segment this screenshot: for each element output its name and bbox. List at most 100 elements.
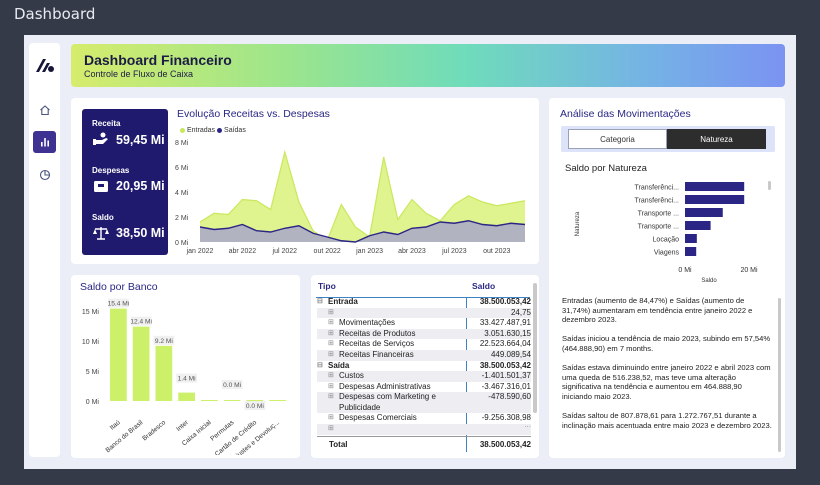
x-tick-label: out 2023 (483, 248, 510, 255)
table-row[interactable]: ⊞ Despesas Administrativas -3.467.316,01 (317, 382, 531, 393)
kpi-receita-value: 59,45 Mi (116, 133, 165, 147)
bank-data-label: 0.0 Mi (223, 382, 241, 389)
y-tick-label: 15 Mi (82, 309, 100, 316)
table-row[interactable]: ⊞ Custos -1.401.501,37 (317, 371, 531, 382)
expand-icon[interactable]: ⊞ (328, 329, 334, 340)
row-value: 449.089,54 (490, 349, 531, 359)
natureza-category-label: Transferênci... (635, 198, 680, 205)
analysis-paragraph: Saídas iniciou a tendência de maio 2023,… (562, 334, 771, 353)
bank-data-label: 15.4 Mi (108, 301, 130, 308)
scale-icon (93, 227, 109, 240)
row-label: Despesas Comerciais (339, 413, 417, 423)
table-header-tipo[interactable]: Tipo (318, 281, 336, 291)
natureza-bar (685, 195, 745, 204)
collapse-icon[interactable]: ⊟ (317, 297, 323, 308)
table-row[interactable]: ⊟ Entrada 38.500.053,42 (317, 297, 531, 308)
expand-icon[interactable]: ⊞ (328, 424, 334, 435)
bank-category-label: Itaú (109, 419, 122, 432)
page-title: Dashboard Financeiro (84, 52, 232, 68)
balance-table: ⊟ Entrada 38.500.053,42 ⊞ 24,75 ⊞ Movimentaçõe… (317, 297, 531, 435)
bank-category-label: Bradesco (141, 419, 167, 442)
analysis-title: Análise das Movimentações (560, 108, 691, 120)
pie-chart-icon (39, 169, 50, 181)
bank-card: Saldo por Banco 0 Mi 5 Mi 10 Mi 15 Mi 15.4 M… (71, 275, 300, 458)
bank-bar (132, 326, 150, 401)
row-label: Despesas com Marketing e Publicidade (339, 392, 436, 412)
y-tick-label: 4 Mi (175, 190, 189, 197)
legend-dot-saidas (217, 128, 223, 133)
natureza-category-label: Viagens (654, 250, 680, 257)
expand-icon[interactable]: ⊞ (328, 371, 334, 382)
row-label: Receitas de Serviços (339, 339, 415, 349)
expand-icon[interactable]: ⊞ (328, 318, 334, 329)
bank-bar (201, 400, 218, 401)
kpi-receita-label: Receita (92, 119, 121, 128)
report-canvas: Dashboard Financeiro Controle de Fluxo d… (24, 35, 796, 469)
table-row[interactable]: ⊞ Despesas Comerciais -9.256.308,98 (317, 413, 531, 424)
expand-icon[interactable]: ⊞ (328, 308, 334, 319)
expand-icon[interactable]: ⊞ (328, 339, 334, 350)
row-label: Custos (339, 371, 364, 381)
x-tick-label: jan 2023 (355, 248, 383, 255)
natureza-bar (685, 234, 697, 243)
table-row[interactable]: ⊞ Receitas de Serviços 22.523.664,04 (317, 339, 531, 350)
row-label: Movimentações (339, 318, 396, 328)
y-tick-label: 5 Mi (86, 369, 100, 376)
expand-icon[interactable]: ⊞ (328, 382, 334, 393)
bank-bar (110, 308, 127, 401)
table-scrollbar[interactable] (533, 283, 537, 413)
row-label: Despesas Administrativas (339, 381, 431, 391)
tab-categoria[interactable]: Categoria (568, 129, 667, 149)
chart-scrollbar[interactable] (768, 181, 771, 190)
x-tick-label: abr 2023 (398, 248, 426, 255)
bank-category-label: Inter (175, 419, 190, 433)
bank-bar-chart: 0 Mi5 Mi10 Mi15 Mi15.4 MiItaú12.4 MiBanc… (82, 298, 286, 455)
table-row[interactable]: ⊞ Movimentações 33.427.487,91 (317, 318, 531, 329)
kpi-despesas-label: Despesas (92, 166, 130, 175)
x-tick-label: 20 Mi (740, 267, 758, 274)
money-hand-icon (93, 132, 108, 145)
y-tick-label: 8 Mi (175, 140, 189, 147)
row-value: -3.467.316,01 (481, 381, 531, 391)
natureza-bar (685, 208, 723, 217)
legend-saidas: Saídas (224, 127, 246, 134)
app-logo (35, 57, 55, 73)
nav-home[interactable] (33, 99, 56, 121)
bank-bar (269, 400, 286, 401)
kpi-despesas-value: 20,95 Mi (116, 179, 165, 193)
table-row[interactable]: ⊟ Saída 38.500.053,42 (317, 361, 531, 372)
table-header-saldo[interactable]: Saldo (472, 281, 495, 291)
window-title: Dashboard (14, 5, 96, 23)
nav-analytics[interactable] (33, 131, 56, 153)
nav-reports[interactable] (33, 164, 56, 186)
table-row[interactable]: ⊞ 24,75 (317, 307, 531, 319)
expand-icon[interactable]: ⊞ (328, 413, 334, 424)
analysis-paragraph: Entradas (aumento de 84,47%) e Saídas (a… (562, 296, 753, 325)
tab-natureza[interactable]: Natureza (667, 129, 766, 149)
side-nav (29, 43, 60, 457)
natureza-chart-title: Saldo por Natureza (565, 163, 647, 174)
x-tick-label: jul 2022 (272, 248, 298, 255)
evolution-title: Evolução Receitas vs. Despesas (177, 108, 330, 120)
kpi-saldo-value: 38,50 Mi (116, 226, 165, 240)
table-row[interactable]: ⊞... (317, 420, 531, 435)
text-scrollbar[interactable] (778, 298, 781, 452)
y-tick-label: 2 Mi (175, 215, 189, 222)
legend-entradas: Entradas (187, 127, 216, 134)
bank-data-label: 9.2 Mi (155, 338, 173, 345)
row-value: 38.500.053,42 (479, 360, 531, 370)
collapse-icon[interactable]: ⊟ (317, 361, 323, 372)
kpi-saldo-label: Saldo (92, 213, 114, 222)
legend-dot-entradas (180, 128, 185, 133)
row-label: Entrada (328, 297, 358, 306)
analysis-paragraph: Saídas saltou de 807.878,61 para 1.272.7… (562, 411, 772, 430)
expand-icon[interactable]: ⊞ (328, 350, 334, 361)
table-row[interactable]: ⊞ Receitas de Produtos 3.051.630,15 (317, 328, 531, 340)
analysis-card: Análise das Movimentações Categoria Natu… (549, 98, 785, 458)
table-row[interactable]: ⊞ Despesas com Marketing e Publicidade -47… (317, 392, 531, 414)
x-tick-label: out 2022 (314, 248, 341, 255)
y-axis-title: Natureza (575, 211, 581, 236)
bank-title: Saldo por Banco (80, 281, 158, 293)
table-row[interactable]: ⊞ Receitas Financeiras 449.089,54 (317, 349, 531, 361)
expand-icon[interactable]: ⊞ (328, 392, 334, 403)
